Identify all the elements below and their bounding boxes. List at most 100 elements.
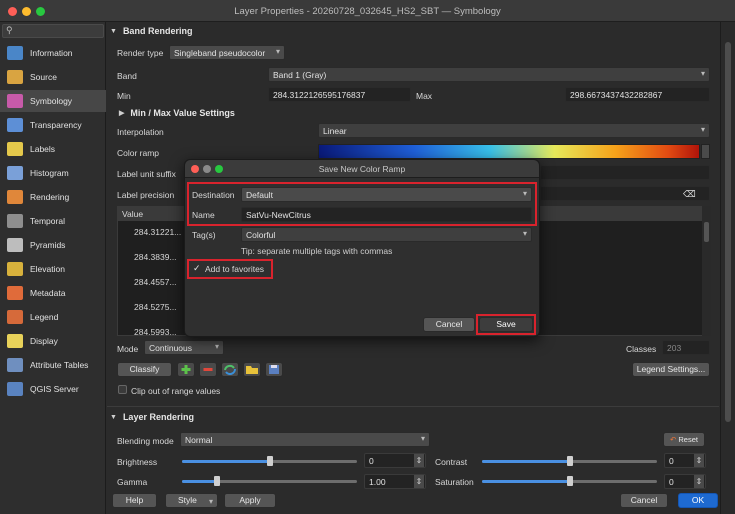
color-ramp-preview[interactable] (318, 144, 700, 159)
saturation-spinbox[interactable]: 0 (664, 474, 706, 489)
table-row[interactable]: 284.5275... (134, 302, 177, 312)
min-input[interactable]: 284.3122126595176837 (268, 87, 411, 102)
sidebar-item-label: Attribute Tables (30, 360, 89, 370)
legend-settings-button[interactable]: Legend Settings... (632, 362, 710, 377)
sidebar-search-input[interactable]: ⚲ (2, 24, 104, 38)
sidebar-item-pyramids[interactable]: Pyramids (0, 234, 106, 256)
info-icon (7, 46, 23, 60)
clip-label: Clip out of range values (131, 386, 221, 396)
table-scroll-thumb[interactable] (704, 222, 709, 242)
gamma-slider-handle[interactable] (214, 476, 220, 486)
highlight-box-favorites (187, 259, 273, 279)
reverse-colors-button[interactable] (221, 362, 239, 377)
contrast-slider[interactable] (482, 456, 657, 466)
table-scrollbar[interactable] (702, 206, 711, 336)
tags-label: Tag(s) (192, 230, 216, 240)
sidebar-item-information[interactable]: Information (0, 42, 106, 64)
gamma-slider[interactable] (182, 476, 357, 486)
load-color-map-button[interactable] (243, 362, 261, 377)
sidebar-item-label: Information (30, 48, 73, 58)
table-row[interactable]: 284.3839... (134, 252, 177, 262)
main-scrollbar[interactable] (720, 22, 735, 514)
ok-button[interactable]: OK (678, 493, 718, 508)
color-ramp-dropdown-button[interactable] (701, 144, 710, 159)
sidebar-item-qgis-server[interactable]: QGIS Server (0, 378, 106, 400)
qgis-server-icon (7, 382, 23, 396)
sidebar-item-symbology[interactable]: Symbology (0, 90, 106, 112)
sidebar-item-legend[interactable]: Legend (0, 306, 106, 328)
classify-button[interactable]: Classify (117, 362, 172, 377)
brightness-spinbox[interactable]: 0 (364, 453, 426, 468)
tags-combo[interactable]: Colorful (241, 227, 532, 242)
sidebar-item-metadata[interactable]: Metadata (0, 282, 106, 304)
attribute-tables-icon (7, 358, 23, 372)
search-icon: ⚲ (6, 25, 13, 35)
interpolation-select[interactable]: Linear (318, 123, 710, 138)
reset-button[interactable]: ↶ Reset (663, 432, 705, 447)
export-color-map-button[interactable] (265, 362, 283, 377)
contrast-spinbox[interactable]: 0 (664, 453, 706, 468)
brightness-slider-handle[interactable] (266, 456, 273, 466)
legend-icon (7, 310, 23, 324)
gamma-spinbox[interactable]: 1.00 (364, 474, 426, 489)
sidebar-item-transparency[interactable]: Transparency (0, 114, 106, 136)
minmax-settings-heading[interactable]: ▶ Min / Max Value Settings (119, 105, 235, 121)
main-scroll-thumb[interactable] (725, 42, 731, 422)
max-input[interactable]: 298.6673437432282867 (565, 87, 710, 102)
dialog-title: Save New Color Ramp (318, 164, 406, 174)
mode-select[interactable]: Continuous (144, 340, 224, 355)
sidebar-item-display[interactable]: Display (0, 330, 106, 352)
band-select[interactable]: Band 1 (Gray) (268, 67, 710, 82)
saturation-slider[interactable] (482, 476, 657, 486)
render-type-select[interactable]: Singleband pseudocolor (169, 45, 285, 60)
sidebar-item-label: Elevation (30, 264, 65, 274)
dialog-titlebar: Save New Color Ramp (185, 160, 539, 178)
color-ramp-label: Color ramp (117, 148, 160, 158)
style-menu-button[interactable]: Style (165, 493, 218, 508)
sidebar-item-elevation[interactable]: Elevation (0, 258, 106, 280)
table-row[interactable]: 284.4557... (134, 277, 177, 287)
cancel-button[interactable]: Cancel (620, 493, 668, 508)
sidebar-item-label: Temporal (30, 216, 65, 226)
sidebar-item-label: Legend (30, 312, 59, 322)
display-icon (7, 334, 23, 348)
collapse-chevron-icon: ▼ (110, 413, 117, 421)
saturation-slider-handle[interactable] (566, 476, 573, 486)
sidebar-item-source[interactable]: Source (0, 66, 106, 88)
rendering-icon (7, 190, 23, 204)
sidebar-item-histogram[interactable]: Histogram (0, 162, 106, 184)
sidebar-item-temporal[interactable]: Temporal (0, 210, 106, 232)
sidebar-item-rendering[interactable]: Rendering (0, 186, 106, 208)
apply-button[interactable]: Apply (224, 493, 276, 508)
add-value-button[interactable] (177, 362, 195, 377)
sidebar-item-labels[interactable]: Labels (0, 138, 106, 160)
histogram-icon (7, 166, 23, 180)
blending-mode-select[interactable]: Normal (180, 432, 430, 447)
dialog-cancel-button[interactable]: Cancel (423, 317, 475, 332)
pyramids-icon (7, 238, 23, 252)
help-button[interactable]: Help (112, 493, 157, 508)
saturation-label: Saturation (435, 477, 474, 487)
band-rendering-heading[interactable]: ▼ Band Rendering (110, 23, 192, 39)
clip-checkbox[interactable] (118, 385, 127, 394)
symbology-icon (7, 94, 23, 108)
window-title: Layer Properties - 20260728_032645_HS2_S… (234, 6, 501, 17)
classes-input[interactable]: 203 (662, 340, 710, 355)
remove-value-button[interactable] (199, 362, 217, 377)
sidebar-item-attribute-tables[interactable]: Attribute Tables (0, 354, 106, 376)
save-color-ramp-dialog: Save New Color Ramp Destination Default … (184, 159, 540, 337)
unit-suffix-label: Label unit suffix (117, 169, 176, 179)
unit-suffix-input[interactable] (540, 165, 710, 180)
contrast-slider-handle[interactable] (566, 456, 573, 466)
mode-label: Mode (117, 344, 139, 354)
temporal-icon (7, 214, 23, 228)
highlight-box-save (476, 314, 536, 335)
table-row[interactable]: 284.31221... (134, 227, 181, 237)
clear-field-icon[interactable]: ⌫ (683, 189, 696, 200)
sidebar-item-label: Rendering (30, 192, 70, 202)
layer-rendering-heading[interactable]: ▼ Layer Rendering (110, 409, 194, 425)
brightness-slider[interactable] (182, 456, 357, 466)
sidebar-item-label: Display (30, 336, 58, 346)
table-row[interactable]: 284.5993... (134, 327, 177, 337)
transparency-icon (7, 118, 23, 132)
